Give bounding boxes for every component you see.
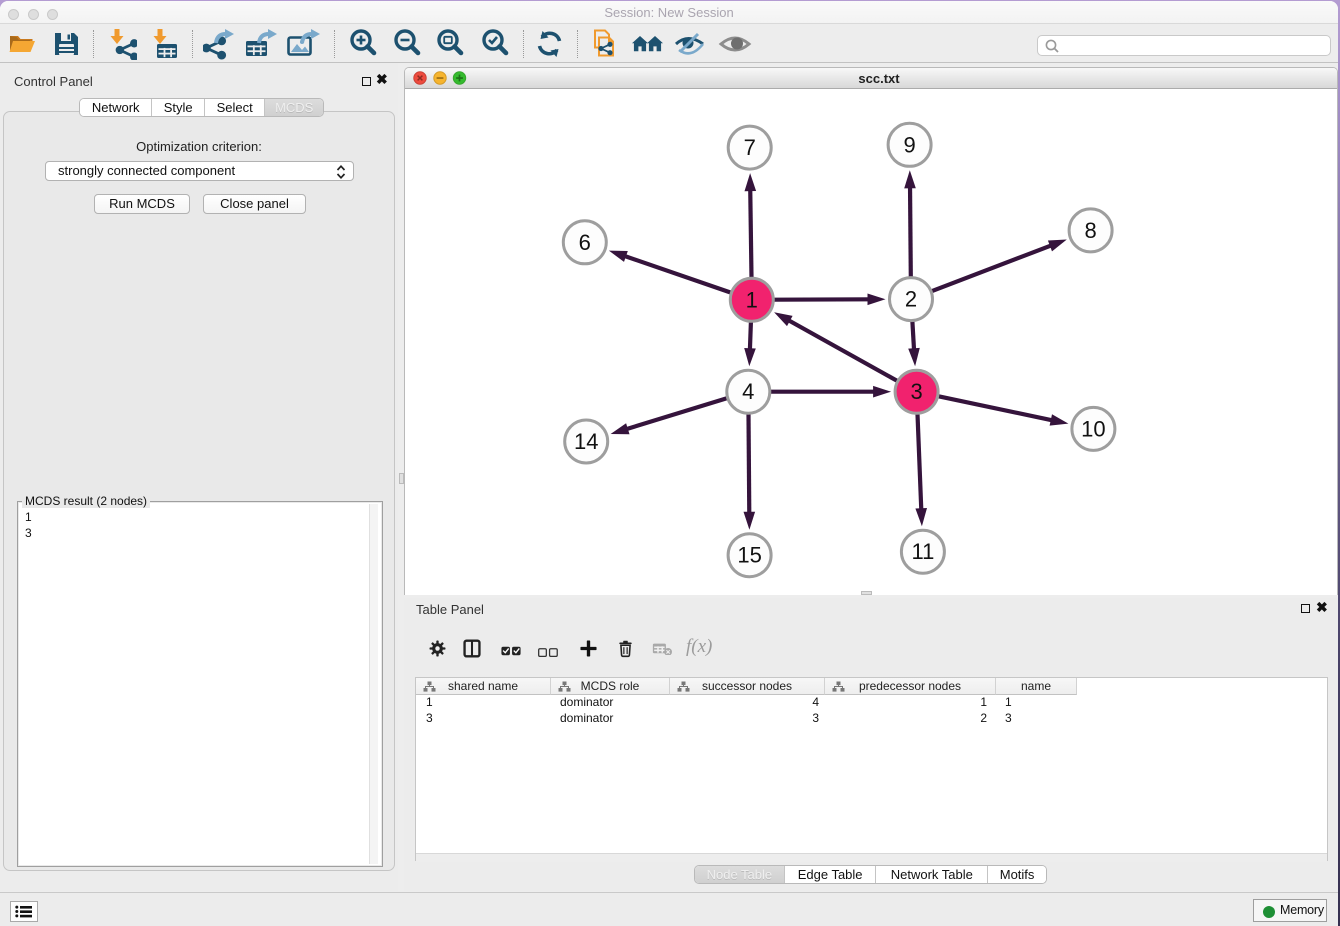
svg-text:11: 11 xyxy=(911,539,934,564)
svg-text:7: 7 xyxy=(744,135,756,160)
svg-text:4: 4 xyxy=(742,379,754,404)
svg-text:10: 10 xyxy=(1081,416,1105,441)
svg-text:1: 1 xyxy=(746,287,758,312)
svg-text:3: 3 xyxy=(910,379,922,404)
svg-text:14: 14 xyxy=(574,429,598,454)
svg-text:8: 8 xyxy=(1084,218,1096,243)
svg-text:6: 6 xyxy=(579,230,591,255)
svg-text:15: 15 xyxy=(737,543,761,568)
svg-text:2: 2 xyxy=(905,287,917,312)
svg-text:9: 9 xyxy=(903,132,915,157)
